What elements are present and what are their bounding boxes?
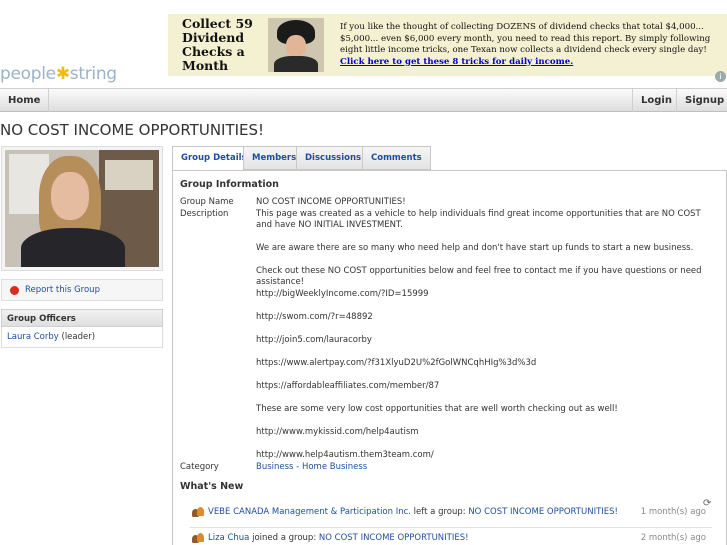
feed-target-link[interactable]: NO COST INCOME OPPORTUNITIES! [468,507,618,517]
logo-star-icon: ✱ [55,64,70,84]
nav-home[interactable]: Home [0,89,50,112]
top-nav: Home Login Signup [0,88,727,112]
feed-action: left a group: [410,507,469,517]
description-url: https://affordableaffiliates.com/member/… [256,381,440,391]
list-item: Liza Chua joined a group: NO COST INCOME… [190,531,712,545]
description-url: http://join5.com/lauracorby [256,335,372,345]
feed-target-link[interactable]: NO COST INCOME OPPORTUNITIES! [319,533,469,543]
description-url: http://bigWeeklyIncome.com/?ID=15999 [256,289,429,299]
category-label: Category [180,462,219,472]
report-group-box: Report this Group [1,279,163,301]
whats-new-title: What's New [180,481,244,492]
group-information-title: Group Information [180,179,279,190]
ad-link[interactable]: Click here to get these 8 tricks for dai… [340,57,573,67]
feed-divider [190,527,712,528]
officer-role: (leader) [58,332,96,342]
banner-ad[interactable]: Collect 59 Dividend Checks a Month If yo… [168,14,727,76]
ad-info-icon[interactable]: i [715,71,726,82]
report-icon [10,286,19,295]
ad-text: If you like the thought of collecting DO… [340,22,725,68]
description-paragraph: Check out these NO COST opportunities be… [256,266,702,287]
logo-text-right: string [69,64,117,84]
description-paragraph: These are some very low cost opportuniti… [256,404,618,414]
description-url: http://swom.com/?r=48892 [256,312,373,322]
group-name-label: Group Name [180,197,234,207]
report-group-link[interactable]: Report this Group [25,285,100,295]
site-logo[interactable]: people✱string [0,64,130,88]
description-url: https://www.alertpay.com/?f31XlyuD2U%2fG… [256,358,537,368]
group-photo [1,146,163,271]
feed-actor-link[interactable]: Liza Chua [208,533,249,543]
feed-action: joined a group: [249,533,319,543]
tab-discussions[interactable]: Discussions [296,146,371,170]
ad-body: If you like the thought of collecting DO… [340,22,711,55]
description-url: http://www.mykissid.com/help4autism [256,427,419,437]
description-label: Description [180,209,229,219]
group-officers-list: Laura Corby (leader) [1,327,163,348]
description-paragraph: This page was created as a vehicle to he… [256,209,701,230]
feed-time: 2 month(s) ago [640,533,706,543]
list-item: VEBE CANADA Management & Participation I… [190,505,712,525]
feed-time: 1 month(s) ago [640,507,706,517]
group-activity-icon [192,533,204,544]
nav-login[interactable]: Login [632,89,680,112]
category-value: Business - Home Business [256,462,706,473]
group-name-value: NO COST INCOME OPPORTUNITIES! [256,197,406,207]
ad-photo [268,18,324,72]
logo-text-left: people [0,64,56,84]
tab-comments[interactable]: Comments [362,146,431,170]
group-activity-icon [192,507,204,518]
feed-actor-link[interactable]: VEBE CANADA Management & Participation I… [208,507,411,517]
nav-signup[interactable]: Signup [676,89,727,112]
officer-link[interactable]: Laura Corby [7,332,59,342]
description-paragraph: We are aware there are so many who need … [256,243,694,253]
group-officers-header: Group Officers [1,309,163,327]
description-url: http://www.help4autism.them3team.com/ [256,450,434,460]
page-title: NO COST INCOME OPPORTUNITIES! [0,121,265,139]
category-link[interactable]: Business - Home Business [256,462,367,472]
ad-headline: Collect 59 Dividend Checks a Month [182,16,253,73]
